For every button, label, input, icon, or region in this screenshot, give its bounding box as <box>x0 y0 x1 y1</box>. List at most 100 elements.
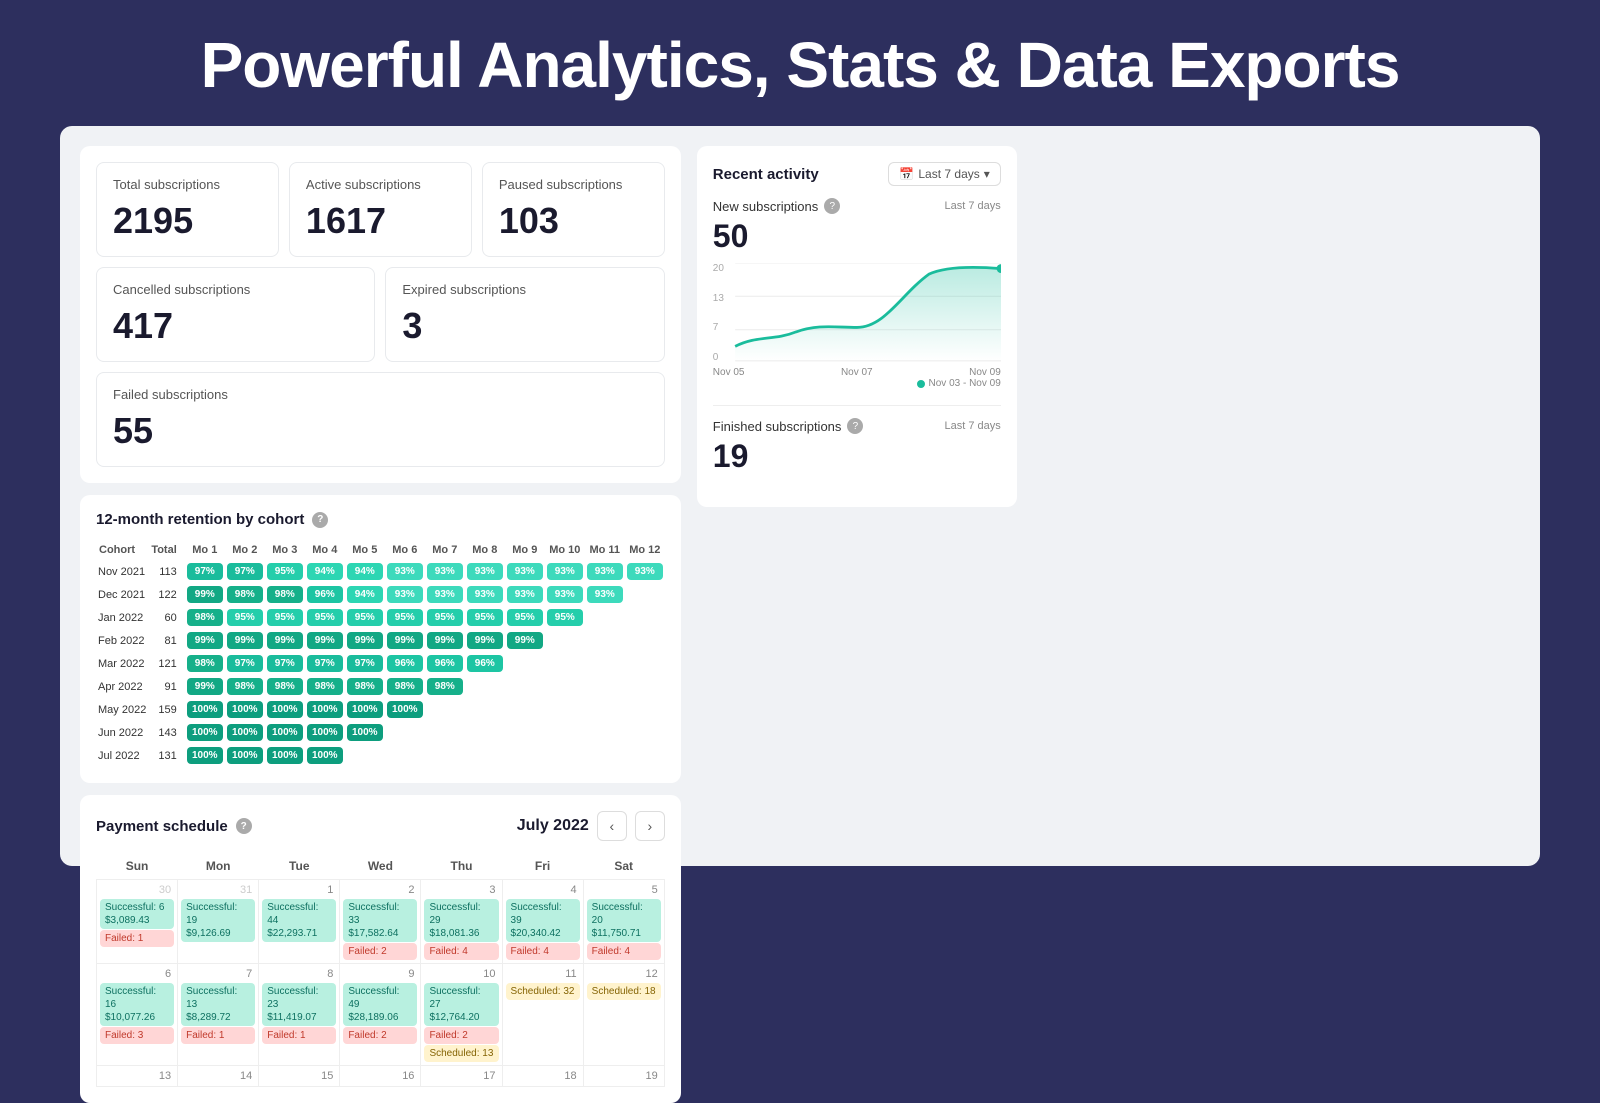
new-subscriptions-section: New subscriptions ? Last 7 days 50 20 13… <box>713 198 1001 389</box>
cohort-cell-mo10: 95% <box>545 606 585 629</box>
calendar-event[interactable]: Scheduled: 18 <box>587 983 661 1000</box>
next-month-button[interactable]: › <box>635 811 665 841</box>
calendar-event[interactable]: Successful: 16$10,077.26 <box>100 983 174 1026</box>
calendar-day-cell: 8Successful: 23$11,419.07Failed: 1 <box>259 964 340 1066</box>
col-mo5: Mo 5 <box>345 540 385 560</box>
cohort-cell-mo7: 98% <box>425 675 465 698</box>
cohort-cell-mo6: 93% <box>385 583 425 606</box>
payment-help-icon[interactable]: ? <box>236 818 252 834</box>
calendar-event[interactable]: Scheduled: 32 <box>506 983 580 1000</box>
paused-label: Paused subscriptions <box>499 177 648 192</box>
calendar-event[interactable]: Successful: 13$8,289.72 <box>181 983 255 1026</box>
cohort-name: Jun 2022 <box>96 721 148 744</box>
calendar-event[interactable]: Failed: 2 <box>424 1027 498 1044</box>
cohort-cell-empty <box>585 652 625 675</box>
calendar-event[interactable]: Successful: 20$11,750.71 <box>587 899 661 942</box>
period-button[interactable]: 📅 Last 7 days ▾ <box>888 162 1000 186</box>
calendar-event[interactable]: Successful: 49$28,189.06 <box>343 983 417 1026</box>
finished-subs-help-icon[interactable]: ? <box>847 418 863 434</box>
cohort-cell-mo4: 98% <box>305 675 345 698</box>
calendar-day-cell: 15 <box>259 1066 340 1087</box>
cohort-cell-mo2: 98% <box>225 675 265 698</box>
calendar-day-cell: 10Successful: 27$12,764.20Failed: 2Sched… <box>421 964 502 1066</box>
cohort-cell-mo1: 99% <box>185 583 225 606</box>
col-wed: Wed <box>340 853 421 880</box>
cohort-name: Jul 2022 <box>96 744 148 767</box>
cohort-cell-empty <box>585 606 625 629</box>
col-tue: Tue <box>259 853 340 880</box>
cohort-cell-mo3: 98% <box>265 675 305 698</box>
prev-month-button[interactable]: ‹ <box>597 811 627 841</box>
cohort-cell-mo1: 100% <box>185 721 225 744</box>
cohort-cell-empty <box>425 744 465 767</box>
col-mon: Mon <box>178 853 259 880</box>
new-subs-label: New subscriptions <box>713 199 819 214</box>
cohort-cell-mo9: 99% <box>505 629 545 652</box>
cohort-name: Dec 2021 <box>96 583 148 606</box>
calendar-event[interactable]: Failed: 2 <box>343 943 417 960</box>
calendar-day-cell: 4Successful: 39$20,340.42Failed: 4 <box>502 880 583 964</box>
cohort-name: Jan 2022 <box>96 606 148 629</box>
cohort-cell-mo8: 99% <box>465 629 505 652</box>
calendar-day-cell: 11Scheduled: 32 <box>502 964 583 1066</box>
calendar-week-row: 13141516171819 <box>97 1066 665 1087</box>
calendar-event[interactable]: Failed: 4 <box>424 943 498 960</box>
cohort-total: 131 <box>148 744 184 767</box>
cohort-row: Apr 20229199%98%98%98%98%98%98% <box>96 675 665 698</box>
calendar-event[interactable]: Failed: 2 <box>343 1027 417 1044</box>
cohort-cell-mo3: 97% <box>265 652 305 675</box>
chart-legend: Nov 03 - Nov 09 <box>713 378 1001 389</box>
calendar-event[interactable]: Successful: 33$17,582.64 <box>343 899 417 942</box>
cohort-cell-mo1: 99% <box>185 629 225 652</box>
calendar-event[interactable]: Successful: 39$20,340.42 <box>506 899 580 942</box>
col-mo3: Mo 3 <box>265 540 305 560</box>
cohort-cell-empty <box>465 675 505 698</box>
cohort-cell-mo2: 95% <box>225 606 265 629</box>
cohort-cell-empty <box>345 744 385 767</box>
new-subs-chart: 20 13 7 0 <box>713 263 1001 363</box>
calendar-event[interactable]: Failed: 1 <box>100 930 174 947</box>
calendar-event[interactable]: Successful: 44$22,293.71 <box>262 899 336 942</box>
cohort-total: 121 <box>148 652 184 675</box>
cohort-cell-mo5: 94% <box>345 583 385 606</box>
calendar-day-cell: 6Successful: 16$10,077.26Failed: 3 <box>97 964 178 1066</box>
payment-section: Payment schedule ? July 2022 ‹ › Sun Mon <box>80 795 681 1103</box>
calendar-event[interactable]: Failed: 1 <box>262 1027 336 1044</box>
cancelled-value: 417 <box>113 305 358 347</box>
calendar-event[interactable]: Failed: 3 <box>100 1027 174 1044</box>
period-label: Last 7 days <box>918 167 979 181</box>
calendar-event[interactable]: Successful: 6$3,089.43 <box>100 899 174 929</box>
cohort-row: May 2022159100%100%100%100%100%100% <box>96 698 665 721</box>
calendar-event[interactable]: Successful: 27$12,764.20 <box>424 983 498 1026</box>
calendar-event[interactable]: Successful: 23$11,419.07 <box>262 983 336 1026</box>
calendar-event[interactable]: Failed: 4 <box>506 943 580 960</box>
cohort-cell-mo4: 100% <box>305 721 345 744</box>
cohort-cell-empty <box>425 721 465 744</box>
cohort-cell-mo3: 98% <box>265 583 305 606</box>
cohort-cell-empty <box>545 721 585 744</box>
cohort-help-icon[interactable]: ? <box>312 512 328 528</box>
cohort-cell-empty <box>505 652 545 675</box>
calendar-event[interactable]: Successful: 19$9,126.69 <box>181 899 255 942</box>
cohort-cell-mo9: 93% <box>505 583 545 606</box>
cohort-cell-mo1: 100% <box>185 698 225 721</box>
calendar-event[interactable]: Successful: 29$18,081.36 <box>424 899 498 942</box>
cohort-cell-empty <box>625 675 665 698</box>
cohort-row: Dec 202112299%98%98%96%94%93%93%93%93%93… <box>96 583 665 606</box>
col-sun: Sun <box>97 853 178 880</box>
cohort-cell-empty <box>545 629 585 652</box>
cohort-cell-mo7: 99% <box>425 629 465 652</box>
calendar-event[interactable]: Failed: 4 <box>587 943 661 960</box>
cohort-cell-empty <box>505 744 545 767</box>
cohort-cell-mo2: 100% <box>225 744 265 767</box>
finished-subs-label: Finished subscriptions <box>713 419 842 434</box>
cohort-cell-mo2: 100% <box>225 721 265 744</box>
cohort-table: Cohort Total Mo 1 Mo 2 Mo 3 Mo 4 Mo 5 Mo… <box>96 540 665 767</box>
new-subs-help-icon[interactable]: ? <box>824 198 840 214</box>
calendar-event[interactable]: Scheduled: 13 <box>424 1045 498 1062</box>
cohort-cell-empty <box>625 721 665 744</box>
cohort-cell-empty <box>505 675 545 698</box>
calendar-event[interactable]: Failed: 1 <box>181 1027 255 1044</box>
cohort-cell-mo10: 93% <box>545 560 585 583</box>
cohort-cell-mo7: 93% <box>425 560 465 583</box>
